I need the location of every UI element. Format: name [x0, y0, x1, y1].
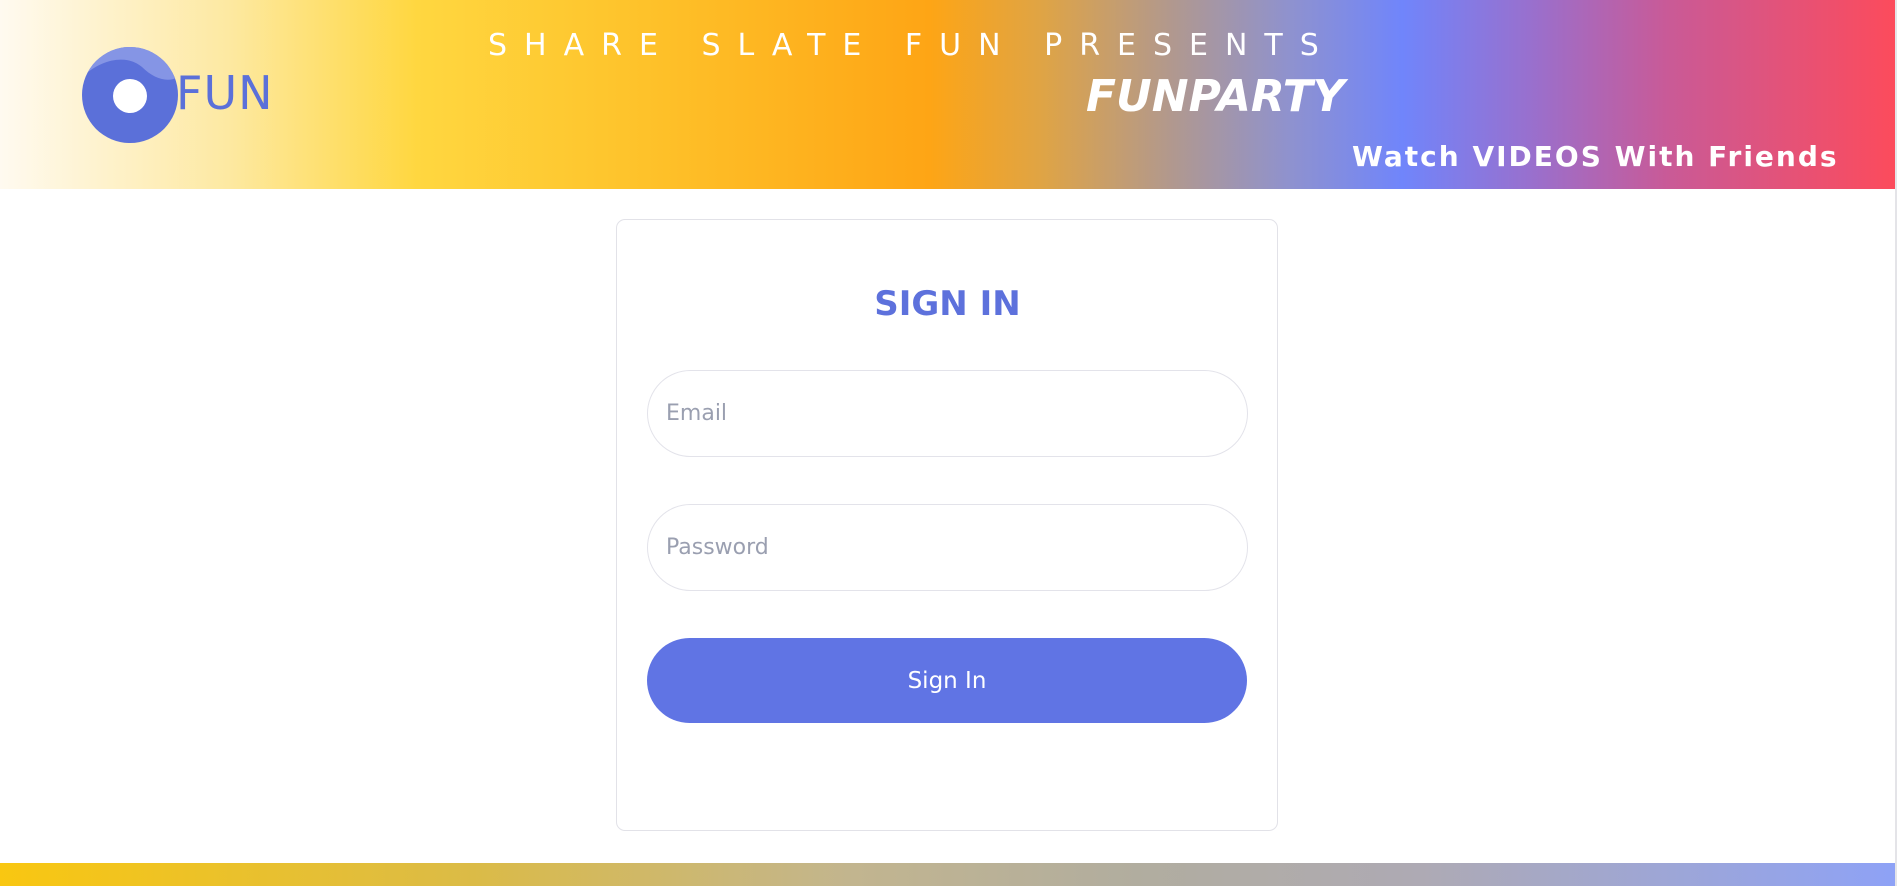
signin-title: SIGN IN — [874, 284, 1021, 324]
logo-text: FUN — [176, 66, 274, 120]
password-field[interactable] — [647, 504, 1248, 591]
header-banner: FUN SHARE SLATE FUN PRESENTS FUNPARTY Wa… — [0, 0, 1895, 189]
brand-title: FUNPARTY — [1086, 71, 1345, 122]
page: FUN SHARE SLATE FUN PRESENTS FUNPARTY Wa… — [0, 0, 1897, 886]
presents-text: SHARE SLATE FUN PRESENTS — [488, 28, 1336, 63]
fun-logo-icon — [82, 47, 178, 143]
footer-bar — [0, 863, 1895, 886]
logo[interactable]: FUN — [82, 47, 274, 143]
tagline: Watch VIDEOS With Friends — [1352, 140, 1839, 173]
sign-in-button[interactable]: Sign In — [647, 638, 1247, 723]
email-field[interactable] — [647, 370, 1248, 457]
